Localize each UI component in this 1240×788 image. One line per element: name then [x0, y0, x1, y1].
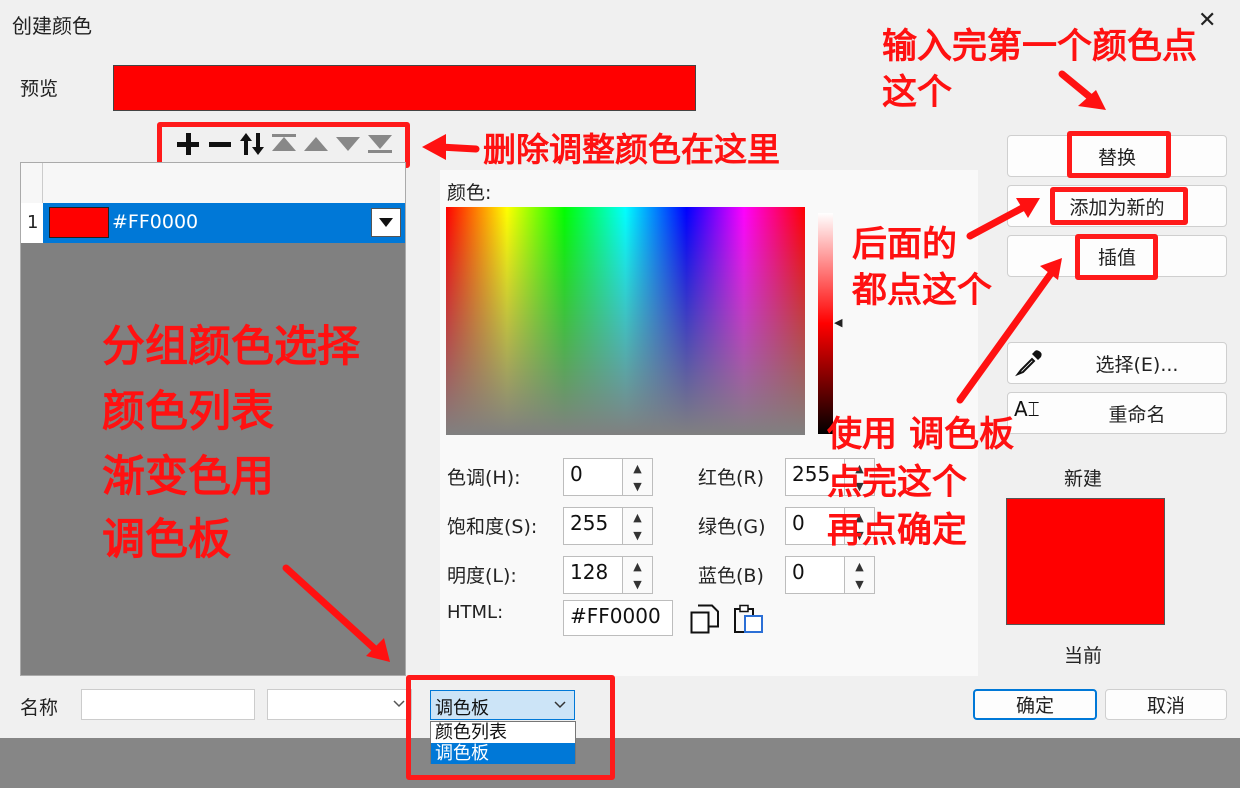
annotation-palette-1: 使用 调色板 — [827, 415, 1015, 455]
annotation-left-4: 调色板 — [102, 515, 231, 565]
annotation-later-2: 都点这个 — [852, 271, 993, 311]
annotation-this: 这个 — [882, 73, 953, 113]
annotation-left-3: 渐变色用 — [102, 452, 274, 502]
annotation-first-point: 输入完第一个颜色点 — [882, 27, 1198, 67]
annotation-left-2: 颜色列表 — [102, 387, 274, 437]
annotation-later-1: 后面的 — [852, 225, 958, 265]
annotation-toolbar: 删除调整颜色在这里 — [483, 130, 780, 169]
annotation-palette-2: 点完这个 — [827, 463, 968, 503]
annotation-palette-3: 再点确定 — [827, 511, 968, 551]
annotation-left-1: 分组颜色选择 — [102, 322, 360, 372]
